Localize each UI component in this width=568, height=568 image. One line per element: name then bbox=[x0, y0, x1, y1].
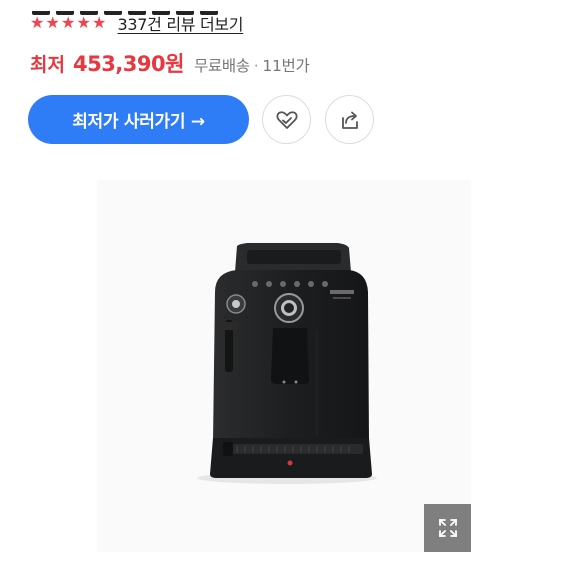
like-button[interactable] bbox=[262, 95, 311, 144]
expand-image-button[interactable] bbox=[424, 504, 471, 552]
review-link[interactable]: 337건 리뷰 더보기 bbox=[118, 11, 244, 35]
expand-icon bbox=[438, 519, 457, 537]
product-image[interactable] bbox=[97, 180, 471, 552]
lowest-price-label: 최저 bbox=[30, 54, 65, 76]
rating-row: ★ ★ ★ ★ ★ 337건 리뷰 더보기 bbox=[30, 10, 244, 36]
coffee-machine-illustration bbox=[197, 243, 377, 484]
heart-icon bbox=[276, 110, 297, 129]
free-shipping-text: 무료배송 bbox=[193, 57, 250, 75]
star-icon: ★ bbox=[45, 13, 60, 32]
share-icon bbox=[341, 111, 358, 129]
buy-button-label: 최저가 사러가기 → bbox=[72, 112, 205, 132]
star-icon: ★ bbox=[92, 13, 107, 32]
star-icon: ★ bbox=[76, 13, 91, 32]
buy-lowest-price-button[interactable]: 최저가 사러가기 → bbox=[28, 95, 249, 144]
shipping-info: 무료배송 · 11번가 bbox=[194, 54, 310, 76]
seller-count: 11번가 bbox=[262, 57, 310, 75]
share-button[interactable] bbox=[325, 95, 374, 144]
star-rating: ★ ★ ★ ★ ★ bbox=[30, 15, 108, 31]
star-icon: ★ bbox=[30, 13, 45, 32]
lowest-price-value: 453,390원 bbox=[72, 52, 184, 76]
price-row: 최저 453,390원 무료배송 · 11번가 bbox=[30, 48, 310, 80]
star-icon: ★ bbox=[61, 13, 76, 32]
separator-dot: · bbox=[253, 57, 259, 75]
truncated-title bbox=[32, 0, 232, 15]
